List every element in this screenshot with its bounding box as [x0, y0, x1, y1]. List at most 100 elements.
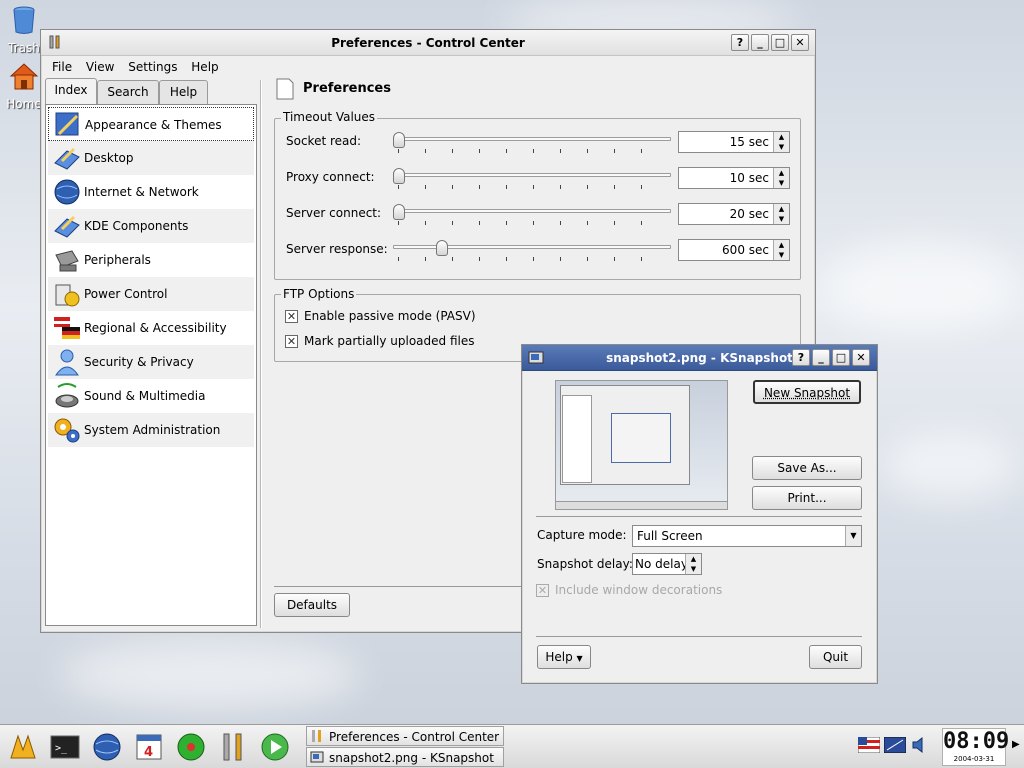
maximize-button[interactable]: □ [771, 34, 789, 51]
spin-down-icon[interactable]: ▼ [774, 214, 789, 224]
ksnapshot-titlebar[interactable]: snapshot2.png - KSnapshot ? _ □ ✕ [522, 345, 877, 371]
slider-tick [398, 257, 399, 261]
quit-button[interactable]: Quit [809, 645, 862, 669]
maximize-button[interactable]: □ [832, 349, 850, 366]
category-item[interactable]: Security & Privacy [48, 345, 254, 379]
snapshot-preview[interactable] [555, 380, 728, 510]
slider-tick [641, 149, 642, 153]
slider-handle[interactable] [436, 240, 448, 256]
help-button-label: Help [545, 650, 573, 664]
media-play-icon[interactable] [258, 730, 292, 764]
terminal-icon[interactable]: >_ [48, 730, 82, 764]
slider-tick [587, 185, 588, 189]
help-title-button[interactable]: ? [792, 349, 810, 366]
slider-tick [560, 185, 561, 189]
chevron-right-icon[interactable]: ▶ [1012, 739, 1020, 750]
spin-down-icon[interactable]: ▼ [774, 178, 789, 188]
monitor-icon[interactable] [884, 737, 906, 753]
slider-handle[interactable] [393, 204, 405, 220]
spin-up-icon[interactable]: ▲ [774, 132, 789, 142]
volume-icon[interactable] [910, 735, 930, 755]
minimize-button[interactable]: _ [751, 34, 769, 51]
splitter[interactable] [260, 80, 262, 628]
socket-read-slider[interactable] [393, 137, 671, 141]
tab-index[interactable]: Index [45, 78, 97, 104]
separator [536, 636, 862, 637]
spin-down-icon[interactable]: ▼ [686, 564, 701, 574]
menu-view[interactable]: View [81, 57, 119, 77]
slider-handle[interactable] [393, 168, 405, 184]
snapshot-delay-spinbox[interactable]: No delay ▲ ▼ [632, 553, 702, 575]
slider-tick [479, 257, 480, 261]
category-item[interactable]: Power Control [48, 277, 254, 311]
server-response-spinbox[interactable]: 600 sec ▲ ▼ [678, 239, 790, 261]
category-item[interactable]: Sound & Multimedia [48, 379, 254, 413]
spin-up-icon[interactable]: ▲ [774, 240, 789, 250]
menu-settings[interactable]: Settings [123, 57, 182, 77]
menu-file[interactable]: File [47, 57, 77, 77]
print-button[interactable]: Print... [752, 486, 862, 510]
close-button[interactable]: ✕ [791, 34, 809, 51]
capture-mode-select[interactable]: Full Screen ▼ [632, 525, 862, 547]
spin-value: 15 sec [729, 135, 769, 149]
slider-handle[interactable] [393, 132, 405, 148]
tab-search[interactable]: Search [97, 80, 159, 104]
task-control-center[interactable]: Preferences - Control Center [306, 726, 504, 746]
clock[interactable]: 08:09 2004-03-31 [942, 728, 1009, 766]
server-response-slider[interactable] [393, 245, 671, 249]
close-button[interactable]: ✕ [852, 349, 870, 366]
category-label: Power Control [84, 287, 168, 301]
save-as-button[interactable]: Save As... [752, 456, 862, 480]
svg-text:>_: >_ [55, 743, 68, 754]
category-item[interactable]: System Administration [48, 413, 254, 447]
spin-up-icon[interactable]: ▲ [686, 554, 701, 564]
tools-icon[interactable] [216, 730, 250, 764]
include-decorations-checkbox[interactable]: ✕ [536, 584, 549, 597]
proxy-connect-spinbox[interactable]: 10 sec ▲ ▼ [678, 167, 790, 189]
category-item[interactable]: Desktop [48, 141, 254, 175]
category-item[interactable]: Peripherals [48, 243, 254, 277]
calendar-icon[interactable]: 4 [132, 730, 166, 764]
task-ksnapshot[interactable]: snapshot2.png - KSnapshot [306, 747, 504, 767]
ftp-group-title: FTP Options [281, 287, 357, 301]
slider-tick [506, 185, 507, 189]
server-connect-slider[interactable] [393, 209, 671, 213]
browser-globe-icon[interactable] [90, 730, 124, 764]
pasv-checkbox[interactable]: ✕ [285, 310, 298, 323]
tab-help[interactable]: Help [159, 80, 208, 104]
defaults-button[interactable]: Defaults [274, 593, 350, 617]
proxy-connect-slider[interactable] [393, 173, 671, 177]
slider-tick [641, 221, 642, 225]
minimize-button[interactable]: _ [812, 349, 830, 366]
category-item[interactable]: Regional & Accessibility [48, 311, 254, 345]
spin-up-icon[interactable]: ▲ [774, 168, 789, 178]
category-item[interactable]: KDE Components [48, 209, 254, 243]
spin-value: 600 sec [722, 243, 769, 257]
spin-down-icon[interactable]: ▼ [774, 142, 789, 152]
slider-tick [398, 185, 399, 189]
globe-icon [54, 179, 80, 205]
slider-tick [452, 257, 453, 261]
mark-partial-checkbox[interactable]: ✕ [285, 335, 298, 348]
slider-tick [533, 185, 534, 189]
help-title-button[interactable]: ? [731, 34, 749, 51]
spin-value: 20 sec [729, 207, 769, 221]
control-center-titlebar[interactable]: Preferences - Control Center ? _ □ ✕ [41, 30, 815, 56]
category-item[interactable]: Internet & Network [48, 175, 254, 209]
new-snapshot-button[interactable]: New Snapshot [753, 380, 861, 404]
server-connect-spinbox[interactable]: 20 sec ▲ ▼ [678, 203, 790, 225]
icq-flower-icon[interactable] [174, 730, 208, 764]
category-item[interactable]: Appearance & Themes [48, 107, 254, 141]
tools-icon [312, 730, 321, 742]
socket-read-spinbox[interactable]: 15 sec ▲ ▼ [678, 131, 790, 153]
slider-tick [614, 257, 615, 261]
spin-value: 10 sec [729, 171, 769, 185]
spin-up-icon[interactable]: ▲ [774, 204, 789, 214]
category-label: Internet & Network [84, 185, 199, 199]
kde-menu-icon[interactable] [6, 730, 40, 764]
help-menu-button[interactable]: Help ▼ [537, 645, 591, 669]
chevron-down-icon[interactable]: ▼ [845, 526, 861, 546]
spin-down-icon[interactable]: ▼ [774, 250, 789, 260]
flag-icon[interactable] [858, 737, 880, 753]
menu-help[interactable]: Help [186, 57, 223, 77]
